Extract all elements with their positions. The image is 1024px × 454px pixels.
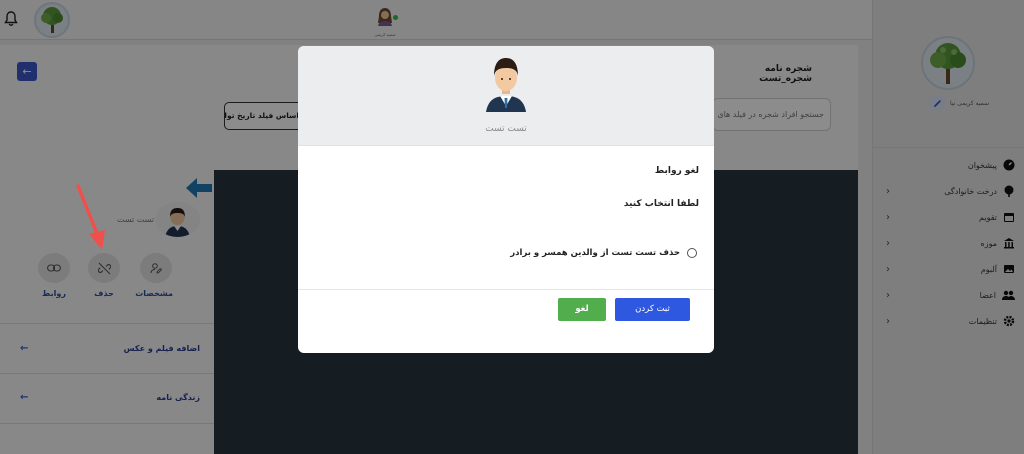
remove-relations-dialog: تست تست لغو روابط لطفا انتخاب کنید حذف ت… <box>298 46 714 353</box>
dialog-title: لغو روابط <box>654 166 699 176</box>
person-avatar-icon <box>486 58 526 112</box>
relation-option-label: حذف تست تست از والدین همسر و برادر <box>510 248 680 258</box>
relation-option[interactable]: حذف تست تست از والدین همسر و برادر <box>510 248 697 258</box>
dialog-subtitle: لطفا انتخاب کنید <box>623 199 699 209</box>
annotation-arrow <box>70 184 110 254</box>
dialog-person-name: تست تست <box>485 124 527 134</box>
dialog-divider <box>298 289 714 290</box>
relation-option-radio[interactable] <box>687 248 697 258</box>
submit-button[interactable]: ثبت کردن <box>615 298 690 321</box>
cancel-button[interactable]: لغو <box>558 298 606 321</box>
